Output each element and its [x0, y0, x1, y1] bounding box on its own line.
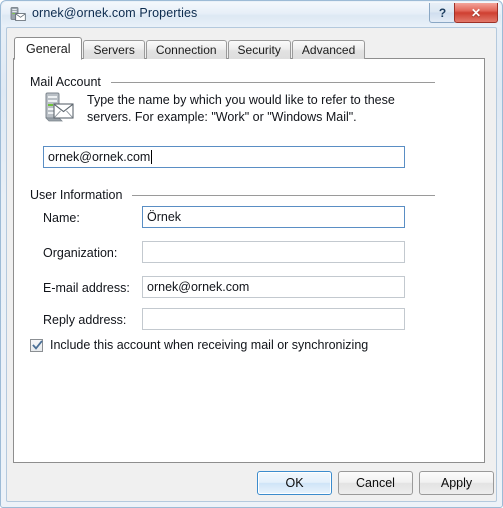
- user-information-group-label: User Information: [30, 188, 123, 202]
- close-button[interactable]: ✕: [454, 3, 498, 23]
- title-bar[interactable]: ornek@ornek.com Properties ? ✕: [2, 2, 501, 27]
- tab-general-label: General: [26, 41, 71, 56]
- mail-account-group-label: Mail Account: [30, 75, 101, 89]
- properties-dialog-window: ornek@ornek.com Properties ? ✕ General S…: [0, 0, 503, 508]
- apply-button-label: Apply: [440, 476, 473, 490]
- include-account-label: Include this account when receiving mail…: [50, 338, 369, 352]
- mail-account-description: Type the name by which you would like to…: [87, 93, 395, 124]
- help-button[interactable]: ?: [429, 3, 456, 23]
- tab-connection-label: Connection: [155, 43, 217, 57]
- mail-account-group-header: Mail Account: [30, 75, 435, 89]
- ok-button-label: OK: [285, 476, 304, 490]
- account-name-input[interactable]: ornek@ornek.com: [43, 146, 405, 168]
- text-caret: [151, 150, 153, 164]
- account-name-value: ornek@ornek.com: [48, 150, 151, 164]
- tab-servers-label: Servers: [93, 43, 135, 57]
- window-title: ornek@ornek.com Properties: [32, 6, 198, 20]
- tab-advanced[interactable]: Advanced: [291, 40, 366, 59]
- reply-address-input[interactable]: [142, 308, 405, 330]
- tab-security[interactable]: Security: [227, 40, 291, 59]
- name-value: Örnek: [147, 210, 182, 224]
- user-information-group-header: User Information: [30, 188, 435, 202]
- email-address-field-label: E-mail address:: [43, 281, 130, 295]
- organization-field-label: Organization:: [43, 246, 118, 260]
- checkmark-icon: [32, 339, 43, 350]
- tab-connection[interactable]: Connection: [145, 40, 227, 59]
- apply-button[interactable]: Apply: [419, 471, 494, 495]
- group-divider: [132, 194, 435, 196]
- cancel-button[interactable]: Cancel: [338, 471, 413, 495]
- name-input[interactable]: Örnek: [142, 206, 405, 228]
- include-account-checkbox-row[interactable]: Include this account when receiving mail…: [30, 338, 368, 352]
- help-icon: ?: [438, 5, 447, 20]
- cancel-button-label: Cancel: [356, 476, 395, 490]
- close-icon: ✕: [470, 5, 482, 20]
- include-account-checkbox[interactable]: [30, 338, 43, 352]
- tab-strip: General Servers Connection Security Adva…: [14, 37, 366, 60]
- organization-input[interactable]: [142, 241, 405, 263]
- ok-button[interactable]: OK: [257, 471, 332, 495]
- tab-general[interactable]: General: [14, 37, 83, 60]
- mail-server-icon: [10, 7, 26, 22]
- email-address-input[interactable]: ornek@ornek.com: [142, 276, 405, 298]
- tab-advanced-label: Advanced: [301, 43, 356, 57]
- name-field-label: Name:: [43, 211, 80, 225]
- reply-address-field-label: Reply address:: [43, 313, 127, 327]
- group-divider: [110, 81, 435, 83]
- tab-servers[interactable]: Servers: [83, 40, 145, 59]
- mail-server-icon: [43, 91, 75, 123]
- tab-security-label: Security: [237, 43, 281, 57]
- email-address-value: ornek@ornek.com: [147, 280, 250, 294]
